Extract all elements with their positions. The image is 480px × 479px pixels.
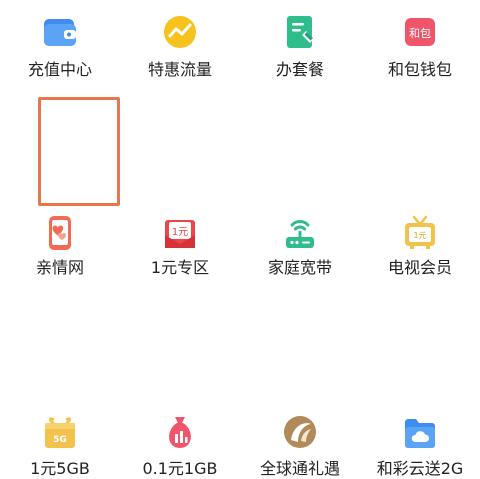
service-label: 全球通礼遇	[259, 459, 340, 478]
wallet-icon	[40, 12, 80, 52]
service-label: 和彩云送2G	[376, 459, 464, 478]
service-label: 充值中心	[27, 60, 92, 79]
service-grid: 充值中心 特惠流量 办套餐 和包 和包钱包 亲情网 1元 1元专区 家庭宽带 1…	[0, 0, 480, 478]
service-hecaiyun-2g[interactable]: 和彩云送2G	[360, 200, 480, 478]
service-label: 和包钱包	[387, 60, 452, 79]
cloud-folder-icon	[400, 412, 440, 452]
plan-edit-icon	[280, 12, 320, 52]
service-tv-membership[interactable]: 1元 电视会员	[360, 100, 480, 277]
service-one-yuan-zone[interactable]: 1元 1元专区	[120, 100, 240, 277]
service-label: 1元5GB	[30, 459, 90, 478]
money-bag-icon	[160, 412, 200, 452]
service-discount-traffic[interactable]: 特惠流量	[120, 0, 240, 100]
service-global-gift[interactable]: 全球通礼遇	[240, 200, 360, 478]
service-label: 特惠流量	[147, 60, 212, 79]
traffic-trend-icon	[160, 12, 200, 52]
service-label: 0.1元1GB	[142, 459, 218, 478]
service-one-yuan-5gb[interactable]: 5G 1元5GB	[0, 200, 120, 478]
selection-highlight	[38, 97, 120, 206]
service-hebao-wallet[interactable]: 和包 和包钱包	[360, 0, 480, 100]
service-package[interactable]: 办套餐	[240, 0, 360, 100]
icon-text: 5G	[53, 435, 67, 445]
icon-text: 和包	[409, 27, 431, 40]
service-home-broadband[interactable]: 家庭宽带	[240, 100, 360, 277]
service-point-one-yuan-1gb[interactable]: 0.1元1GB	[120, 200, 240, 478]
hebao-wallet-icon: 和包	[400, 12, 440, 52]
service-recharge-center[interactable]: 充值中心	[0, 0, 120, 100]
gift-5g-icon: 5G	[40, 412, 80, 452]
global-logo-icon	[280, 412, 320, 452]
service-label: 办套餐	[275, 60, 324, 79]
